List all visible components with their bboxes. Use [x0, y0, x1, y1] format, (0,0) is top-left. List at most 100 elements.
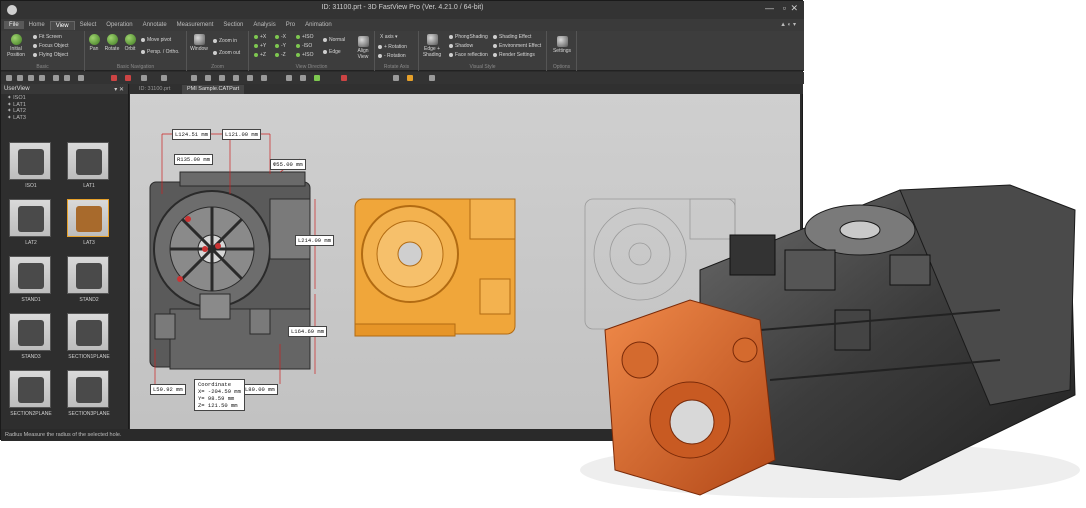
- tab-annotate[interactable]: Annotate: [138, 21, 172, 29]
- wireframe-icon[interactable]: [247, 75, 253, 81]
- pin-icon[interactable]: [393, 75, 399, 81]
- dimension-label[interactable]: L214.09 mm: [295, 235, 335, 246]
- phong-shading-label: PhongShading: [455, 34, 488, 40]
- dimension-label[interactable]: Φ55.00 mm: [270, 159, 306, 170]
- undo-icon[interactable]: [53, 75, 59, 81]
- fit-screen-button[interactable]: Fit Screen: [33, 34, 62, 40]
- coordinate-label[interactable]: Coordinate X= -204.59 mm Y= 98.59 mm Z= …: [194, 379, 245, 411]
- environment-effect-button[interactable]: Environment Effect: [493, 43, 541, 49]
- zoom-window-button[interactable]: Window: [189, 34, 209, 52]
- focus-object-button[interactable]: Focus Object: [33, 43, 68, 49]
- render-settings-button[interactable]: Render Settings: [493, 52, 535, 58]
- view-minus-y-button[interactable]: -Y: [275, 43, 286, 49]
- tab-operation[interactable]: Operation: [101, 21, 137, 29]
- annotation-icon[interactable]: [286, 75, 292, 81]
- more-icon[interactable]: [429, 75, 435, 81]
- menu-file[interactable]: File: [4, 21, 24, 29]
- plus-rotation-button[interactable]: + Rotation: [378, 44, 407, 50]
- check-icon[interactable]: [314, 75, 320, 81]
- 3d-viewport[interactable]: L124.51 mm L121.00 mm R135.00 mm Φ55.00 …: [130, 94, 800, 429]
- align-view-button[interactable]: Align View: [353, 36, 373, 60]
- tab-pro[interactable]: Pro: [281, 21, 300, 29]
- open-icon[interactable]: [17, 75, 23, 81]
- move-pivot-button[interactable]: Move pivot: [141, 37, 171, 43]
- minimize-button[interactable]: —: [765, 3, 774, 13]
- thumbnail-lat2[interactable]: LAT2: [9, 199, 53, 254]
- face-reflection-button[interactable]: Face reflection: [449, 52, 488, 58]
- thumbnail-lat3[interactable]: LAT3: [67, 199, 111, 254]
- thumbnail-lat1[interactable]: LAT1: [67, 142, 111, 197]
- view-minus-iso-button[interactable]: -ISO: [296, 43, 312, 49]
- normal-button[interactable]: Normal: [323, 37, 345, 43]
- tab-view[interactable]: View: [49, 20, 75, 30]
- iso-icon: [296, 34, 300, 39]
- maximize-button[interactable]: ▫: [783, 3, 786, 13]
- measure-icon[interactable]: [141, 75, 147, 81]
- shaded-icon[interactable]: [261, 75, 267, 81]
- section-icon[interactable]: [111, 75, 117, 81]
- tab-document-prt[interactable]: ID: 31100.prt: [134, 85, 175, 94]
- new-icon[interactable]: [6, 75, 12, 81]
- tab-analysis[interactable]: Analysis: [248, 21, 280, 29]
- select-icon[interactable]: [78, 75, 84, 81]
- save-icon[interactable]: [28, 75, 34, 81]
- dimension-label[interactable]: R135.00 mm: [174, 154, 214, 165]
- thumbnail-section1plane[interactable]: SECTION1PLANE: [67, 313, 111, 368]
- view-plus-iso-button[interactable]: +ISO: [296, 34, 314, 40]
- initial-position-button[interactable]: Initial Position: [4, 34, 28, 58]
- dimension-label[interactable]: L124.51 mm: [172, 129, 212, 140]
- thumbnail-section3plane[interactable]: SECTION3PLANE: [67, 370, 111, 425]
- record-icon[interactable]: [341, 75, 347, 81]
- view-plus-z-button[interactable]: +Z: [254, 52, 266, 58]
- flying-object-button[interactable]: Flying Object: [33, 52, 68, 58]
- dimension-label[interactable]: L80.00 mm: [242, 384, 278, 395]
- redo-icon[interactable]: [64, 75, 70, 81]
- phong-shading-button[interactable]: PhongShading: [449, 34, 488, 40]
- tab-home[interactable]: Home: [24, 21, 50, 29]
- color-icon[interactable]: [219, 75, 225, 81]
- dimension-label[interactable]: L121.00 mm: [222, 129, 262, 140]
- pan-button[interactable]: Pan: [87, 34, 101, 52]
- close-button[interactable]: ✕: [790, 3, 798, 14]
- view-plus-iso-2-button[interactable]: +ISO: [296, 52, 314, 58]
- tab-document-catpart[interactable]: PMI Sample.CATPart: [182, 85, 245, 94]
- ribbon-controls[interactable]: ▲ ◐ ▾: [780, 21, 796, 28]
- explode-icon[interactable]: [125, 75, 131, 81]
- orbit-button[interactable]: Orbit: [122, 34, 138, 52]
- persp-ortho-button[interactable]: Persp. / Ortho.: [141, 49, 180, 55]
- print-icon[interactable]: [39, 75, 45, 81]
- rotate-button[interactable]: Rotate: [103, 34, 121, 52]
- view-minus-z-button[interactable]: -Z: [275, 52, 286, 58]
- transparency-icon[interactable]: [233, 75, 239, 81]
- x-axis-dropdown[interactable]: X axis ▾: [380, 34, 398, 40]
- view-minus-x-button[interactable]: -X: [275, 34, 286, 40]
- dimension-label[interactable]: L164.69 mm: [288, 326, 328, 337]
- view-icon[interactable]: [161, 75, 167, 81]
- shadow-button[interactable]: Shadow: [449, 43, 473, 49]
- dimension-label[interactable]: L59.92 mm: [150, 384, 186, 395]
- shading-effect-button[interactable]: Shading Effect: [493, 34, 531, 40]
- zoom-in-button[interactable]: Zoom in: [213, 38, 237, 44]
- thumbnail-stand2[interactable]: STAND2: [67, 256, 111, 311]
- tab-select[interactable]: Select: [75, 21, 102, 29]
- panel-close-icon[interactable]: ▾ ✕: [114, 86, 124, 93]
- camera-icon[interactable]: [300, 75, 306, 81]
- hide-icon[interactable]: [191, 75, 197, 81]
- thumbnail-stand1[interactable]: STAND1: [9, 256, 53, 311]
- edge-shading-button[interactable]: Edge + Shading: [421, 34, 443, 58]
- edge-button[interactable]: Edge: [323, 49, 341, 55]
- minus-rotation-button[interactable]: - Rotation: [378, 53, 406, 59]
- tree-item-lat3[interactable]: ✦ LAT3: [7, 115, 122, 122]
- view-plus-y-button[interactable]: +Y: [254, 43, 266, 49]
- tab-measurement[interactable]: Measurement: [172, 21, 219, 29]
- thumbnail-iso1[interactable]: ISO1: [9, 142, 53, 197]
- tab-animation[interactable]: Animation: [300, 21, 337, 29]
- show-icon[interactable]: [205, 75, 211, 81]
- zoom-out-button[interactable]: Zoom out: [213, 50, 240, 56]
- tab-section[interactable]: Section: [218, 21, 248, 29]
- thumbnail-section2plane[interactable]: SECTION2PLANE: [9, 370, 53, 425]
- thumbnail-stand3[interactable]: STAND3: [9, 313, 53, 368]
- display-icon[interactable]: [407, 75, 413, 81]
- settings-button[interactable]: Settings: [549, 36, 575, 54]
- view-plus-x-button[interactable]: +X: [254, 34, 266, 40]
